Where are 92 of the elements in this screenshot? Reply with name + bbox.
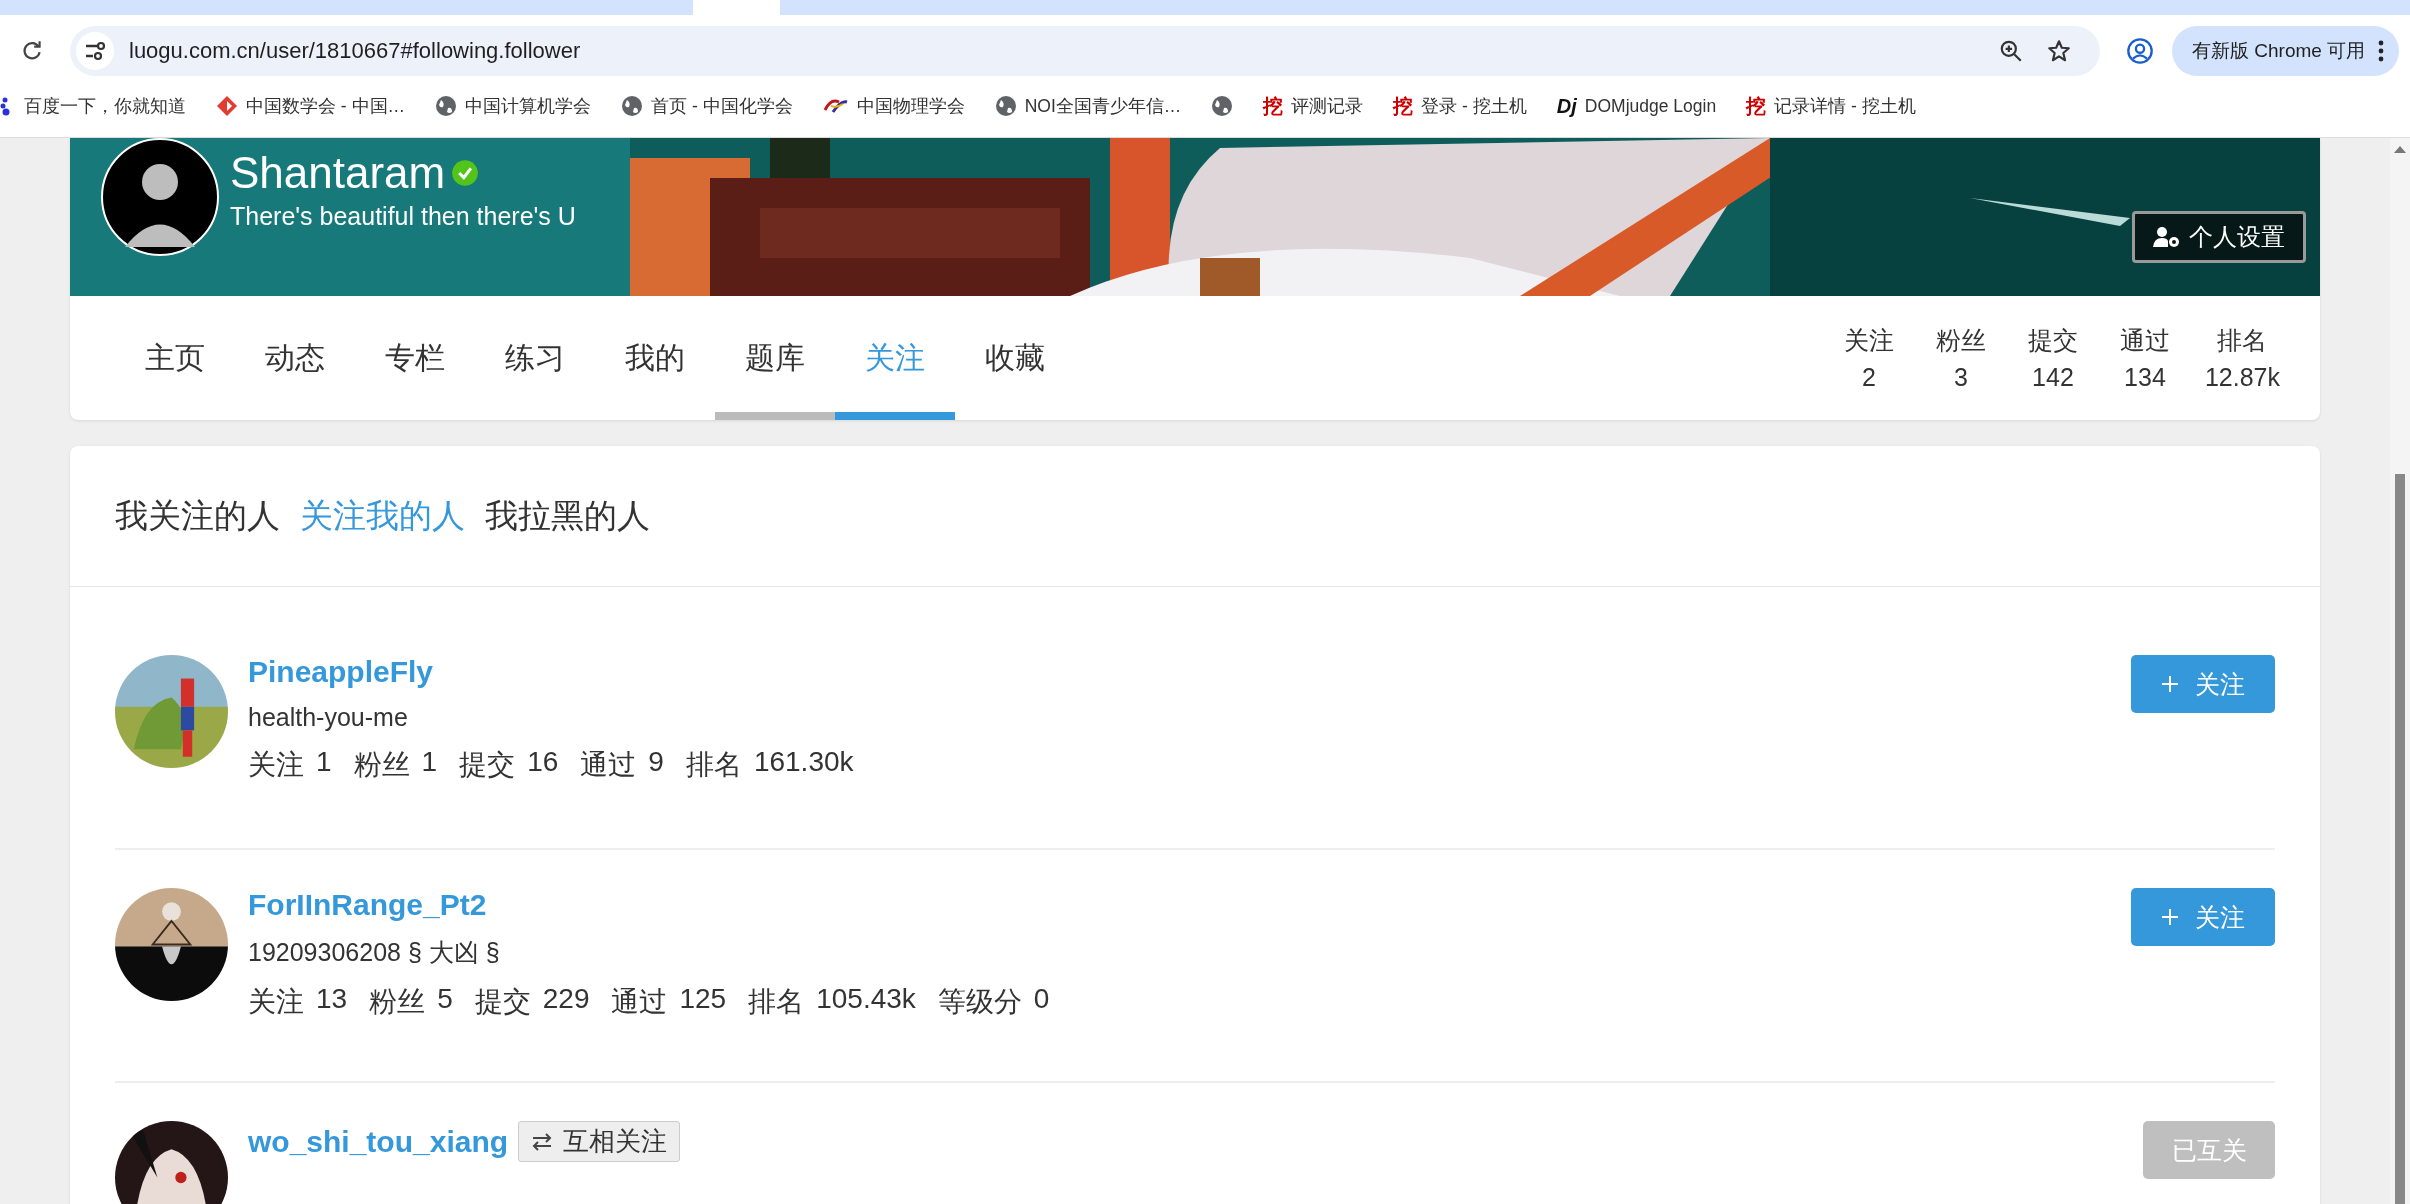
stat-label: 通过: [580, 748, 637, 782]
star-icon[interactable]: [2046, 38, 2072, 64]
stat-value: 161.30k: [753, 746, 854, 779]
bookmark[interactable]: [1211, 95, 1234, 117]
bookmark-label: 评测记录: [1291, 95, 1364, 118]
stat-value: 229: [542, 983, 590, 1016]
stat-label: 粉丝: [1935, 325, 1986, 356]
plus-icon: [2161, 675, 2179, 693]
plus-icon: [2161, 908, 2179, 926]
user-name: Shantaram: [230, 148, 446, 198]
stat-value: 3: [1954, 363, 1968, 392]
bookmark-label: 中国计算机学会: [465, 95, 592, 118]
nav-tab[interactable]: 动态: [235, 296, 355, 420]
url-text: luogu.com.cn/user/1810667#following.follower: [129, 38, 581, 64]
nav-tab[interactable]: 专栏: [355, 296, 475, 420]
scroll-up-icon[interactable]: [2393, 144, 2407, 154]
stat-value: 12.87k: [2204, 363, 2280, 392]
bookmark-label: 记录详情 - 挖土机: [1774, 95, 1916, 118]
update-chrome-button[interactable]: 有新版 Chrome 可用: [2172, 26, 2400, 76]
bookmark[interactable]: 中国物理学会: [822, 94, 965, 118]
stat-value: 1: [316, 746, 332, 779]
bookmark[interactable]: 中国数学会 - 中国…: [216, 94, 406, 118]
bookmark-label: 中国数学会 - 中国…: [246, 95, 406, 118]
bookmark[interactable]: Dj DOMjudge Login: [1556, 94, 1717, 118]
globe-icon: [435, 95, 458, 117]
stat-label: 提交: [459, 748, 516, 782]
follow-tab[interactable]: 我关注的人: [115, 493, 280, 539]
stat-label: 通过: [2119, 325, 2170, 356]
stat-value: 2: [1862, 363, 1876, 392]
user-motto: There's beautiful then there's U: [230, 202, 576, 231]
stat-value: 9: [648, 746, 664, 779]
nav-tab[interactable]: 我的: [595, 296, 715, 420]
globe-icon: [621, 95, 644, 117]
user-gear-icon: [2153, 226, 2181, 248]
nav-tab[interactable]: 收藏: [955, 296, 1075, 420]
stat-label: 关注: [248, 748, 304, 782]
stat-label: 排名: [2217, 325, 2268, 356]
stat-value: 134: [2124, 363, 2166, 392]
follow-tab[interactable]: 我拉黑的人: [485, 493, 650, 539]
logo-icon: 挖: [1393, 92, 1414, 120]
bookmark-label: NOI全国青少年信…: [1024, 95, 1182, 118]
stat-label: 提交: [474, 985, 531, 1019]
profile-icon[interactable]: [2126, 37, 2154, 65]
nav-tab[interactable]: 练习: [475, 296, 595, 420]
settings-button[interactable]: 个人设置: [2132, 211, 2306, 263]
mutual-follow-badge: 互相关注: [518, 1121, 681, 1162]
stat-label: 通过: [611, 985, 668, 1019]
stat-label: 粉丝: [369, 985, 426, 1019]
scrollbar[interactable]: [2390, 138, 2410, 1204]
stat-label: 提交: [2027, 325, 2078, 356]
bookmark-label: 百度一下，你就知道: [24, 95, 186, 118]
nav-tab[interactable]: 题库: [715, 296, 835, 420]
swap-icon: [531, 1131, 554, 1152]
bookmark[interactable]: 挖 登录 - 挖土机: [1393, 92, 1527, 120]
logo-icon: 挖: [1746, 92, 1767, 120]
stat-value: 16: [527, 746, 559, 779]
stat-value: 142: [2032, 363, 2074, 392]
logo-icon: 挖: [1263, 92, 1284, 120]
bookmark-label: 登录 - 挖土机: [1421, 95, 1527, 118]
stat-value: 1: [421, 746, 438, 779]
stat-value: 13: [316, 983, 348, 1016]
user-bio: 19209306208 § 大凶 §: [248, 937, 501, 968]
stat-label: 粉丝: [353, 748, 410, 782]
stat-value: 105.43k: [816, 983, 916, 1016]
bookmark[interactable]: 百度一下，你就知道: [0, 94, 186, 118]
scrollbar-thumb[interactable]: [2395, 474, 2405, 1204]
stat-label: 关注: [248, 985, 304, 1019]
bookmark[interactable]: 挖 记录详情 - 挖土机: [1746, 92, 1916, 120]
diamond-icon: [216, 95, 238, 117]
site-info-icon[interactable]: [75, 31, 115, 71]
logo-icon: Dj: [1556, 94, 1577, 118]
stat-label: 关注: [1843, 325, 1894, 356]
stat-value: 5: [437, 983, 453, 1016]
bookmark[interactable]: 挖 评测记录: [1263, 92, 1364, 120]
bookmark[interactable]: 中国计算机学会: [435, 94, 592, 118]
bookmark-label: 首页 - 中国化学会: [651, 95, 793, 118]
zoom-icon[interactable]: [1998, 38, 2024, 64]
stat-label: 等级分: [937, 985, 1022, 1019]
globe-icon: [994, 95, 1017, 117]
bookmark-label: DOMjudge Login: [1584, 95, 1717, 117]
globe-icon: [1211, 95, 1234, 117]
address-bar[interactable]: luogu.com.cn/user/1810667#following.follower: [70, 26, 2100, 76]
more-icon[interactable]: [2377, 39, 2386, 63]
user-bio: health-you-me: [248, 703, 409, 732]
stat-value: 125: [679, 983, 727, 1016]
nav-tab[interactable]: 主页: [115, 296, 235, 420]
bookmark[interactable]: NOI全国青少年信…: [994, 94, 1182, 118]
stat-label: 排名: [748, 985, 805, 1019]
stat-label: 排名: [685, 748, 742, 782]
bookmark-label: 中国物理学会: [856, 95, 965, 118]
stat-value: 0: [1033, 983, 1050, 1016]
bookmark[interactable]: 首页 - 中国化学会: [621, 94, 793, 118]
